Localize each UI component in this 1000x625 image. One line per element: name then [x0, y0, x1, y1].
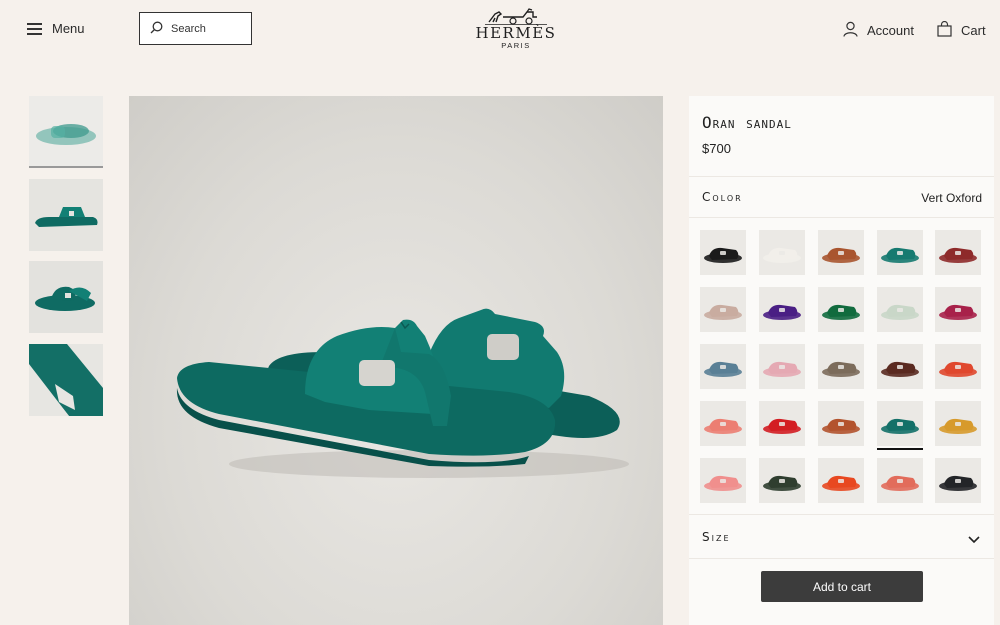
brand-city: PARIS [501, 41, 531, 50]
sandal-main-image [176, 308, 629, 478]
color-swatch[interactable] [935, 287, 981, 332]
color-swatch[interactable] [877, 344, 923, 389]
product-thumbnail[interactable] [29, 96, 103, 168]
brand-logo[interactable]: HERMÈS PARIS [470, 8, 562, 50]
product-thumbnail[interactable] [29, 179, 103, 251]
color-swatch[interactable] [818, 458, 864, 503]
color-swatch[interactable] [759, 230, 805, 275]
cart-label: Cart [961, 23, 986, 38]
color-swatch[interactable] [759, 287, 805, 332]
divider [689, 558, 994, 559]
chevron-down-icon[interactable] [968, 531, 980, 549]
color-swatch[interactable] [935, 458, 981, 503]
sandal-thumbnail-image [35, 207, 98, 227]
divider [689, 217, 994, 218]
cart-link[interactable]: Cart [937, 20, 986, 40]
color-swatch[interactable] [935, 401, 981, 446]
product-title: Oran sandal [702, 113, 792, 132]
product-details-panel: Oran sandal $700 Color Vert Oxford Size … [689, 96, 994, 625]
product-thumbnail[interactable] [29, 261, 103, 333]
divider [689, 514, 994, 515]
site-header: Menu Search HERMÈS PARIS Account Cart [0, 0, 1000, 62]
color-swatch[interactable] [935, 344, 981, 389]
product-thumbnail[interactable] [29, 344, 103, 416]
search-input[interactable]: Search [139, 12, 252, 45]
color-swatch[interactable] [700, 344, 746, 389]
horse-carriage-icon [485, 8, 547, 25]
add-to-cart-button[interactable]: Add to cart [761, 571, 923, 602]
color-swatch[interactable] [700, 287, 746, 332]
shopping-bag-icon [937, 20, 952, 40]
divider [689, 176, 994, 177]
color-swatch[interactable] [700, 458, 746, 503]
color-swatch[interactable] [877, 458, 923, 503]
size-label: Size [702, 530, 731, 544]
user-icon [843, 21, 858, 40]
product-main-image[interactable] [129, 96, 663, 625]
color-swatch[interactable] [818, 344, 864, 389]
color-swatch[interactable] [877, 287, 923, 332]
sandal-thumbnail-image [35, 286, 95, 311]
color-swatch[interactable] [759, 458, 805, 503]
color-swatch[interactable] [818, 230, 864, 275]
color-swatch[interactable] [877, 230, 923, 275]
menu-label: Menu [52, 21, 85, 36]
search-icon [150, 21, 163, 37]
color-swatch[interactable] [700, 401, 746, 446]
account-label: Account [867, 23, 914, 38]
brand-name: HERMÈS [475, 24, 557, 42]
color-swatch[interactable] [818, 287, 864, 332]
sandal-thumbnail-image [29, 344, 103, 416]
color-label: Color [702, 190, 743, 204]
color-swatch[interactable] [935, 230, 981, 275]
product-price: $700 [702, 141, 731, 156]
color-swatch[interactable] [877, 401, 923, 450]
color-swatch[interactable] [700, 230, 746, 275]
color-swatch[interactable] [759, 401, 805, 446]
account-link[interactable]: Account [843, 21, 914, 40]
color-swatch[interactable] [818, 401, 864, 446]
menu-button[interactable]: Menu [27, 21, 85, 36]
sandal-thumbnail-image [36, 124, 96, 145]
color-swatch[interactable] [759, 344, 805, 389]
hamburger-icon [27, 23, 42, 35]
search-placeholder: Search [171, 22, 206, 35]
selected-color-name: Vert Oxford [921, 191, 982, 205]
